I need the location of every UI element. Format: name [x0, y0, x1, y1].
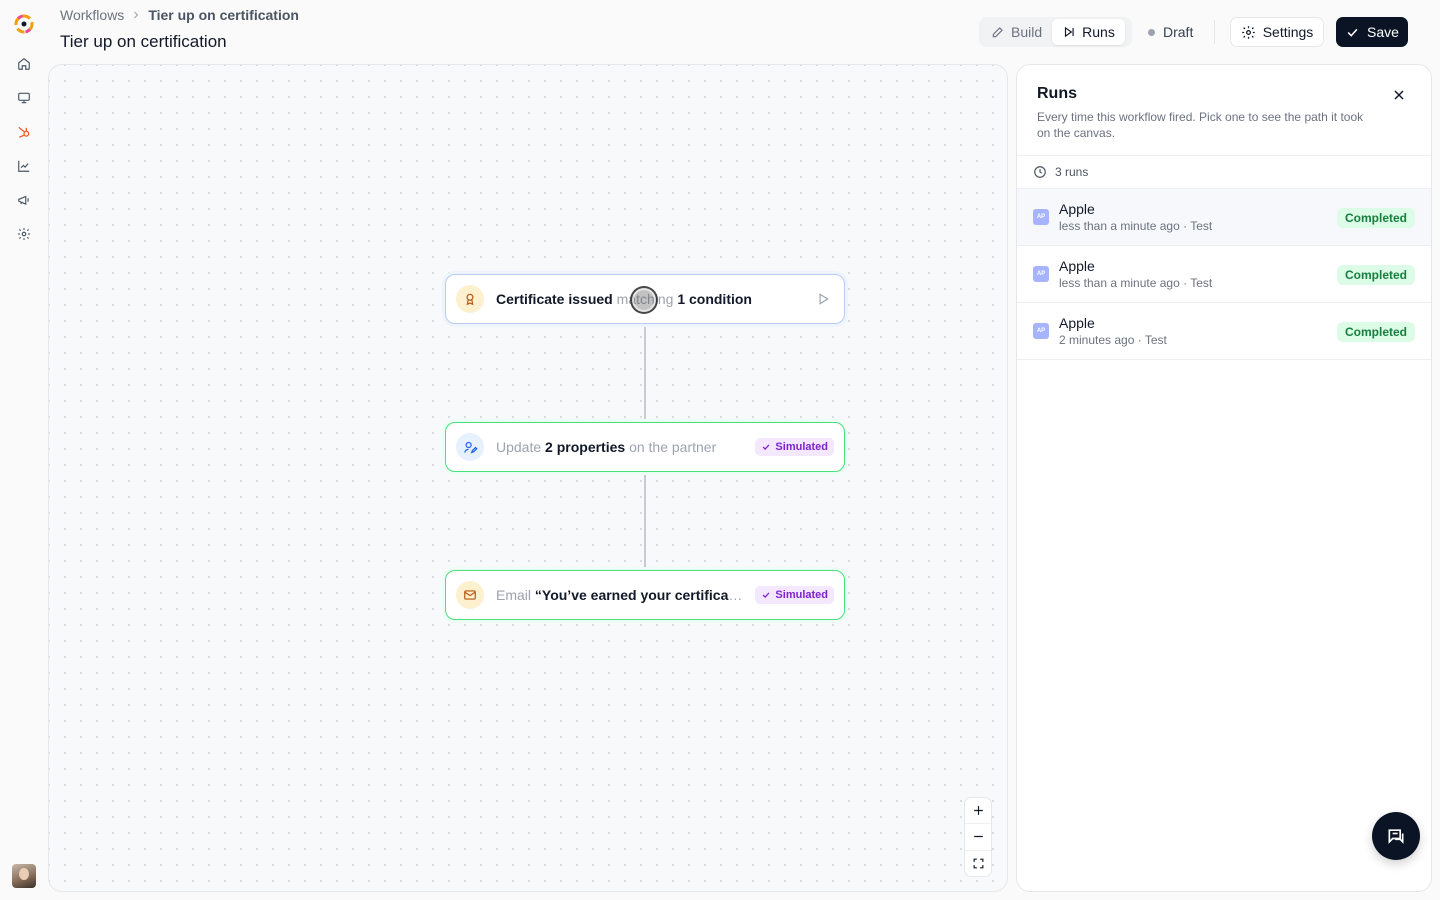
cursor-indicator	[630, 286, 658, 314]
runs-panel-header: Runs Every time this workflow fired. Pic…	[1017, 65, 1431, 156]
home-icon[interactable]	[14, 54, 34, 74]
breadcrumb-current: Tier up on certification	[148, 7, 299, 23]
email-node[interactable]: Email “You’ve earned your certificate” S…	[445, 570, 845, 620]
run-meta: less than a minute ago · Test	[1059, 276, 1213, 290]
user-edit-icon	[456, 433, 484, 461]
step-forward-icon	[1065, 26, 1074, 38]
check-icon	[763, 444, 770, 450]
chart-line-icon[interactable]	[14, 156, 34, 176]
monitor-icon[interactable]	[14, 88, 34, 108]
runs-panel: Runs Every time this workflow fired. Pic…	[1016, 64, 1432, 892]
save-button[interactable]: Save	[1336, 17, 1408, 47]
chevron-right-icon	[134, 11, 139, 19]
run-name: Apple	[1059, 258, 1095, 274]
settings-button[interactable]: Settings	[1230, 17, 1324, 47]
run-meta: less than a minute ago · Test	[1059, 219, 1213, 233]
settings-button-label: Settings	[1262, 24, 1314, 40]
status-dot	[1148, 28, 1155, 36]
tab-build[interactable]: Build	[981, 19, 1052, 45]
run-meta: 2 minutes ago · Test	[1059, 333, 1167, 347]
update-target: on the partner	[625, 439, 717, 455]
runs-count-label: 3 runs	[1055, 165, 1089, 179]
award-icon	[456, 285, 484, 313]
save-button-label: Save	[1367, 24, 1399, 40]
tab-runs[interactable]: Runs	[1052, 19, 1125, 45]
fit-view-icon[interactable]	[965, 849, 991, 876]
company-avatar: AP	[1033, 266, 1049, 282]
workflow-canvas[interactable]: Certificate issued matching 1 condition …	[48, 64, 1008, 892]
simulated-badge-label: Simulated	[775, 589, 828, 601]
breadcrumb: Workflows Tier up on certification	[60, 7, 299, 23]
status-badge: Completed	[1336, 265, 1415, 285]
zoom-out-icon[interactable]	[965, 823, 991, 849]
megaphone-icon[interactable]	[14, 190, 34, 210]
draft-status: Draft	[1148, 24, 1193, 40]
left-rail	[0, 0, 48, 900]
page-title: Tier up on certification	[60, 32, 227, 51]
pencil-icon	[992, 27, 1003, 38]
runs-panel-description: Every time this workflow fired. Pick one…	[1037, 110, 1364, 140]
header-divider	[1214, 20, 1215, 44]
company-avatar: AP	[1033, 209, 1049, 225]
mail-icon	[456, 581, 484, 609]
update-properties-node[interactable]: Update 2 properties on the partner Simul…	[445, 422, 845, 472]
email-node-text: Email “You’ve earned your certificate”	[496, 587, 743, 603]
zoom-in-icon[interactable]	[965, 798, 991, 823]
trigger-conditions: 1 condition	[677, 291, 752, 307]
status-badge: Completed	[1336, 322, 1415, 342]
update-count: 2 properties	[545, 439, 626, 455]
runs-count: 3 runs	[1017, 156, 1431, 189]
update-node-text: Update 2 properties on the partner	[496, 439, 743, 455]
close-icon[interactable]	[1391, 87, 1407, 103]
run-name: Apple	[1059, 201, 1095, 217]
user-avatar[interactable]	[12, 864, 36, 888]
hubspot-icon[interactable]	[14, 122, 34, 142]
check-icon	[763, 592, 770, 598]
app-logo-icon[interactable]	[12, 12, 36, 36]
run-item[interactable]: AP Apple 2 minutes ago · Test Completed	[1017, 303, 1431, 360]
simulated-badge: Simulated	[755, 586, 834, 604]
gear-icon[interactable]	[14, 224, 34, 244]
update-verb: Update	[496, 439, 546, 455]
tab-build-label: Build	[1011, 24, 1043, 40]
run-item[interactable]: AP Apple less than a minute ago · Test C…	[1017, 189, 1431, 246]
gear-icon	[1241, 25, 1255, 39]
draft-status-label: Draft	[1163, 24, 1194, 40]
run-name: Apple	[1059, 315, 1095, 331]
email-subject: “You’ve earned your certificate”	[534, 587, 744, 603]
email-verb: Email	[496, 587, 535, 603]
connector-line	[644, 473, 646, 569]
status-badge: Completed	[1336, 208, 1415, 228]
chat-icon[interactable]	[1372, 812, 1420, 860]
mode-switch: Build Runs	[979, 17, 1132, 47]
runs-panel-title: Runs	[1037, 85, 1077, 102]
tab-runs-label: Runs	[1082, 24, 1115, 40]
clock-icon	[1034, 166, 1046, 178]
play-icon[interactable]	[816, 292, 830, 306]
simulated-badge: Simulated	[755, 438, 834, 456]
company-avatar: AP	[1033, 323, 1049, 339]
check-icon	[1347, 28, 1358, 37]
trigger-event: Certificate issued	[496, 291, 613, 307]
zoom-controls	[964, 797, 992, 877]
run-item[interactable]: AP Apple less than a minute ago · Test C…	[1017, 246, 1431, 303]
connector-line	[644, 325, 646, 421]
simulated-badge-label: Simulated	[775, 441, 828, 453]
breadcrumb-workflows-link[interactable]: Workflows	[60, 7, 124, 23]
